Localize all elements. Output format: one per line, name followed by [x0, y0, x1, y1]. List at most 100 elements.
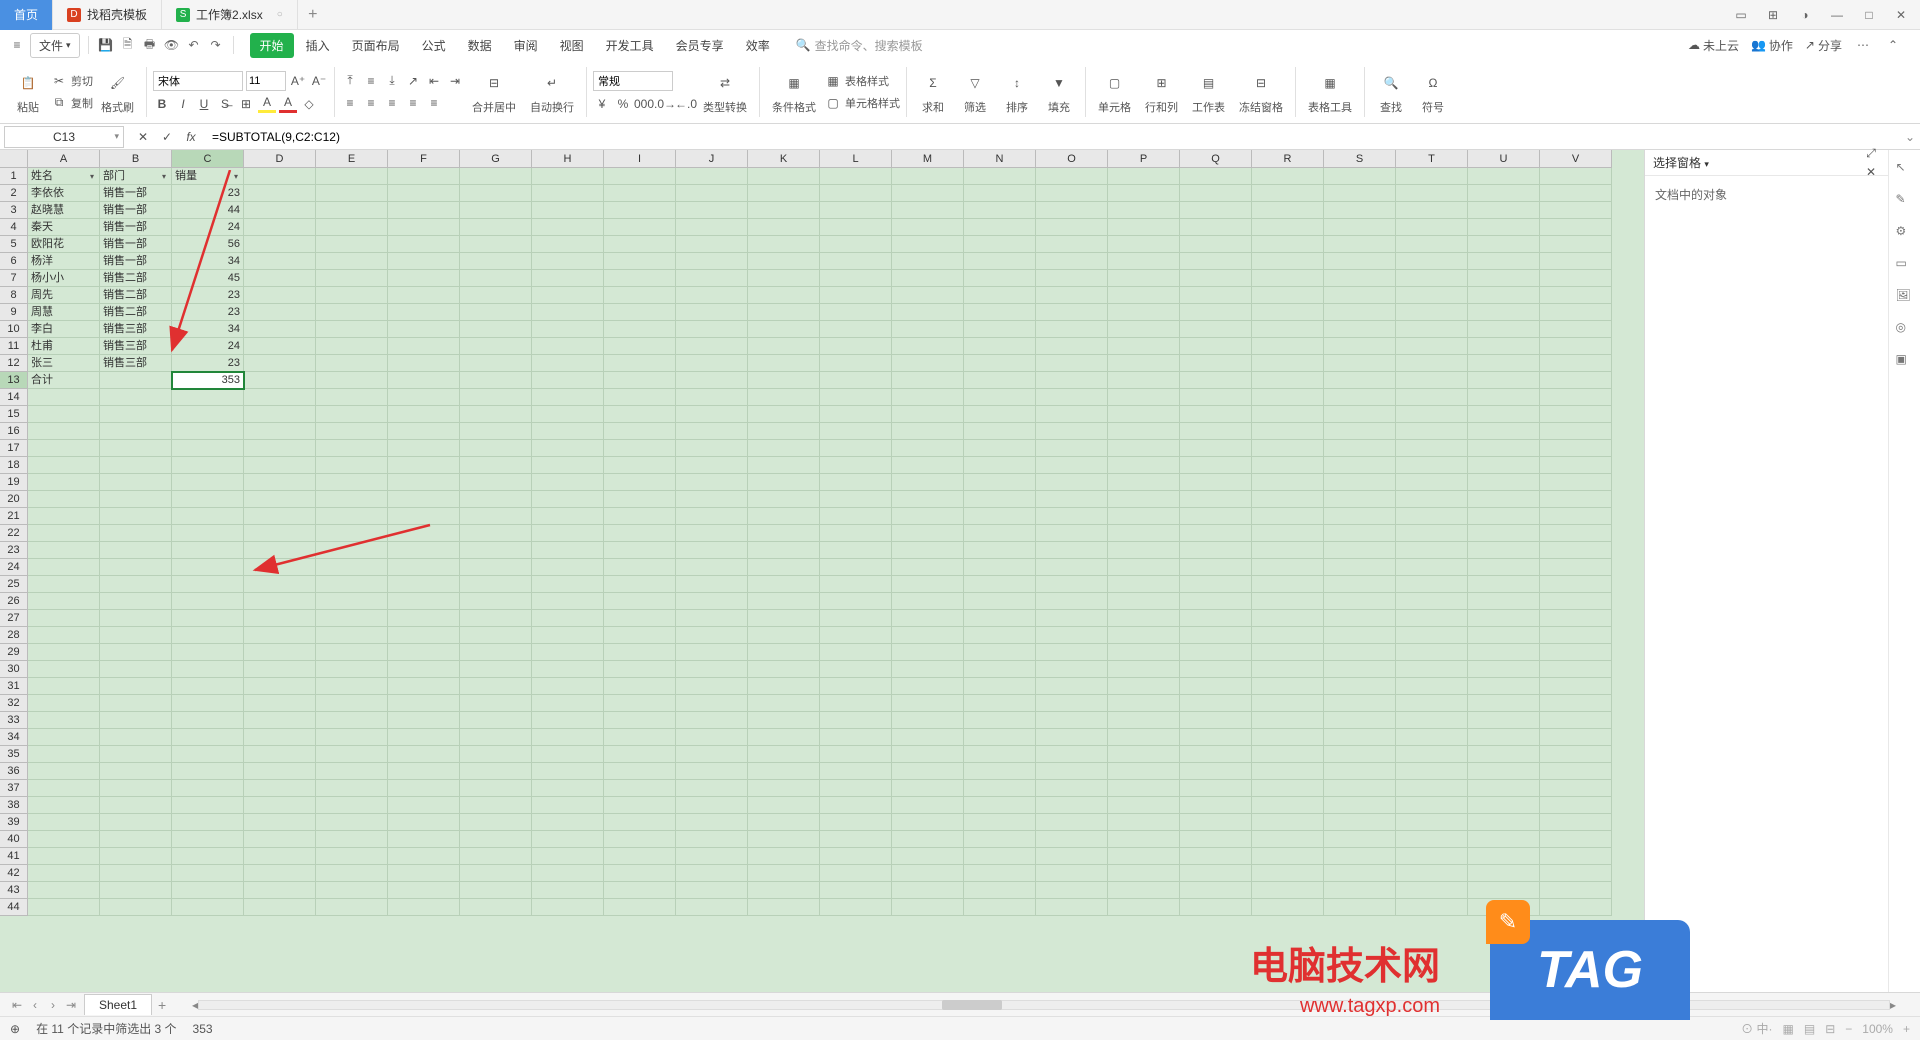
- cell[interactable]: [964, 287, 1036, 304]
- view-split-icon[interactable]: ⊟: [1825, 1022, 1835, 1036]
- row-header[interactable]: 11: [0, 338, 28, 355]
- tab-home[interactable]: 首页: [0, 0, 53, 30]
- cell[interactable]: [1540, 389, 1612, 406]
- cell[interactable]: [1324, 780, 1396, 797]
- cell[interactable]: [1396, 814, 1468, 831]
- cell[interactable]: [748, 627, 820, 644]
- cell[interactable]: [1036, 729, 1108, 746]
- cell[interactable]: [604, 576, 676, 593]
- cell[interactable]: [28, 627, 100, 644]
- font-name-select[interactable]: [153, 71, 243, 91]
- cell[interactable]: [1252, 831, 1324, 848]
- cell[interactable]: [892, 202, 964, 219]
- cell[interactable]: [244, 491, 316, 508]
- currency-icon[interactable]: ¥: [593, 95, 611, 113]
- cell[interactable]: [100, 712, 172, 729]
- cell[interactable]: [388, 423, 460, 440]
- cell[interactable]: [28, 406, 100, 423]
- cell[interactable]: [460, 372, 532, 389]
- number-format-select[interactable]: [593, 71, 673, 91]
- name-box[interactable]: C13: [4, 126, 124, 148]
- cell[interactable]: [1540, 185, 1612, 202]
- cell[interactable]: [676, 797, 748, 814]
- cell[interactable]: [1252, 542, 1324, 559]
- cell[interactable]: [1540, 525, 1612, 542]
- row-header[interactable]: 4: [0, 219, 28, 236]
- coop-button[interactable]: 👥协作: [1751, 37, 1793, 54]
- cell[interactable]: [964, 712, 1036, 729]
- cell[interactable]: [532, 678, 604, 695]
- cell[interactable]: [892, 287, 964, 304]
- cell[interactable]: [1324, 406, 1396, 423]
- indent-dec-icon[interactable]: ⇤: [425, 72, 443, 90]
- cell[interactable]: [1468, 831, 1540, 848]
- cell[interactable]: [964, 423, 1036, 440]
- cell[interactable]: [1540, 576, 1612, 593]
- cell[interactable]: [388, 168, 460, 185]
- cell[interactable]: [820, 593, 892, 610]
- cell[interactable]: [100, 474, 172, 491]
- cell[interactable]: 销售三部: [100, 355, 172, 372]
- cell[interactable]: [820, 338, 892, 355]
- cell[interactable]: [964, 899, 1036, 916]
- cell[interactable]: [676, 457, 748, 474]
- cell[interactable]: [892, 848, 964, 865]
- cell[interactable]: [532, 423, 604, 440]
- cell[interactable]: [748, 644, 820, 661]
- cell[interactable]: 24: [172, 338, 244, 355]
- cell[interactable]: [532, 168, 604, 185]
- cell[interactable]: [676, 644, 748, 661]
- cell[interactable]: [1468, 270, 1540, 287]
- cell[interactable]: [1108, 882, 1180, 899]
- cell[interactable]: 销售二部: [100, 304, 172, 321]
- decrease-font-icon[interactable]: A⁻: [310, 72, 328, 90]
- cell[interactable]: [388, 559, 460, 576]
- align-left-icon[interactable]: ≡: [341, 94, 359, 112]
- cell[interactable]: [820, 389, 892, 406]
- cell[interactable]: [460, 610, 532, 627]
- undo-icon[interactable]: ↶: [185, 36, 203, 54]
- book-icon[interactable]: ▣: [1896, 352, 1914, 370]
- cell[interactable]: [820, 678, 892, 695]
- cell[interactable]: [676, 712, 748, 729]
- cell[interactable]: [1324, 185, 1396, 202]
- cell[interactable]: [316, 797, 388, 814]
- cell[interactable]: [1540, 270, 1612, 287]
- cell[interactable]: [748, 763, 820, 780]
- cell[interactable]: [1180, 338, 1252, 355]
- cell[interactable]: [244, 406, 316, 423]
- cell[interactable]: [532, 355, 604, 372]
- cell[interactable]: [460, 202, 532, 219]
- cell[interactable]: [1540, 644, 1612, 661]
- cell[interactable]: [172, 593, 244, 610]
- cell[interactable]: [748, 542, 820, 559]
- cell[interactable]: [604, 882, 676, 899]
- cell[interactable]: [1540, 423, 1612, 440]
- cell[interactable]: [1540, 848, 1612, 865]
- cell[interactable]: [1540, 780, 1612, 797]
- cell[interactable]: [28, 661, 100, 678]
- cell[interactable]: [460, 338, 532, 355]
- cell[interactable]: [1108, 355, 1180, 372]
- cell[interactable]: [748, 712, 820, 729]
- cell[interactable]: [1108, 491, 1180, 508]
- rtab-efficiency[interactable]: 效率: [736, 33, 780, 58]
- table-style-icon[interactable]: ▦: [824, 72, 842, 90]
- cell[interactable]: [1180, 593, 1252, 610]
- cell[interactable]: [892, 253, 964, 270]
- cell[interactable]: [1180, 287, 1252, 304]
- cell[interactable]: [28, 865, 100, 882]
- cell[interactable]: [1468, 814, 1540, 831]
- cell[interactable]: [964, 831, 1036, 848]
- cell[interactable]: [1036, 712, 1108, 729]
- cell[interactable]: [1252, 746, 1324, 763]
- distribute-icon[interactable]: ≡: [425, 94, 443, 112]
- cell[interactable]: [676, 338, 748, 355]
- fx-icon[interactable]: fx: [182, 128, 200, 146]
- row-header[interactable]: 36: [0, 763, 28, 780]
- cell[interactable]: [1108, 287, 1180, 304]
- cell[interactable]: [100, 576, 172, 593]
- cell[interactable]: [388, 899, 460, 916]
- cell[interactable]: [388, 678, 460, 695]
- cell[interactable]: [1324, 440, 1396, 457]
